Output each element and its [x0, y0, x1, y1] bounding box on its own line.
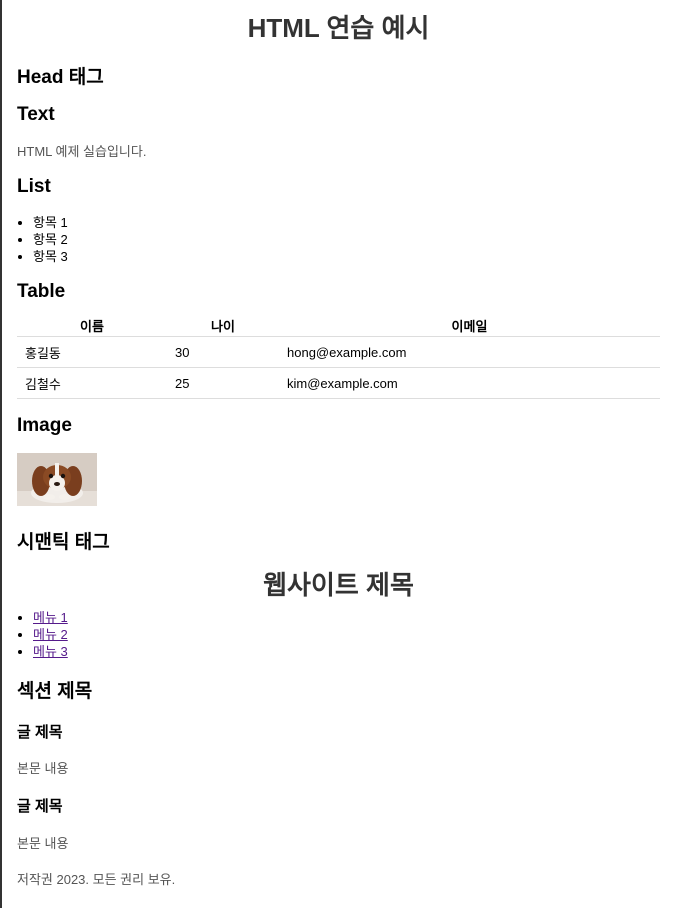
table-row: 김철수 25 kim@example.com — [17, 367, 660, 399]
table-row: 홍길동 30 hong@example.com — [17, 336, 660, 368]
list-item: 항목 1 — [33, 214, 660, 231]
text-paragraph: HTML 예제 실습입니다. — [17, 144, 147, 159]
dog-photo-image — [17, 453, 97, 506]
head-heading: Head 태그 — [17, 67, 104, 88]
page-title: HTML 연습 예시 — [247, 13, 430, 43]
nav-link-menu-2[interactable]: 메뉴 2 — [33, 627, 68, 642]
article-body: 본문 내용 — [17, 836, 69, 851]
data-table: 이름 나이 이메일 홍길동 30 hong@example.com 김철수 25… — [17, 314, 660, 399]
article-title: 글 제목 — [17, 724, 63, 741]
article-body: 본문 내용 — [17, 761, 69, 776]
footer-text: 저작권 2023. 모든 권리 보유. — [17, 872, 176, 887]
list-item: 항목 2 — [33, 231, 660, 248]
cell-name: 홍길동 — [17, 336, 167, 368]
item-list: 항목 1 항목 2 항목 3 — [17, 214, 660, 265]
table-header-row: 이름 나이 이메일 — [17, 314, 660, 337]
cell-email: kim@example.com — [279, 367, 660, 399]
semantic-heading: 시맨틱 태그 — [17, 532, 110, 553]
table-heading: Table — [17, 281, 66, 302]
site-title: 웹사이트 제목 — [263, 570, 414, 600]
column-header-email: 이메일 — [451, 318, 488, 334]
section-title: 섹션 제목 — [17, 681, 93, 702]
nav-link-menu-1[interactable]: 메뉴 1 — [33, 610, 68, 625]
cell-name: 김철수 — [17, 367, 167, 399]
nav-item: 메뉴 3 — [33, 643, 660, 660]
list-item: 항목 3 — [33, 248, 660, 265]
nav-item: 메뉴 2 — [33, 626, 660, 643]
text-heading: Text — [17, 104, 55, 125]
cell-age: 30 — [167, 336, 279, 368]
list-heading: List — [17, 176, 51, 197]
nav-link-menu-3[interactable]: 메뉴 3 — [33, 644, 68, 659]
column-header-name: 이름 — [80, 318, 104, 334]
page: HTML 연습 예시 Head 태그 Text HTML 예제 실습입니다. L… — [2, 0, 674, 888]
cell-email: hong@example.com — [279, 336, 660, 368]
image-heading: Image — [17, 415, 72, 436]
article-title: 글 제목 — [17, 798, 63, 815]
nav-menu: 메뉴 1 메뉴 2 메뉴 3 — [17, 609, 660, 660]
dog-photo-icon — [17, 453, 97, 506]
column-header-age: 나이 — [211, 318, 235, 334]
cell-age: 25 — [167, 367, 279, 399]
nav-item: 메뉴 1 — [33, 609, 660, 626]
